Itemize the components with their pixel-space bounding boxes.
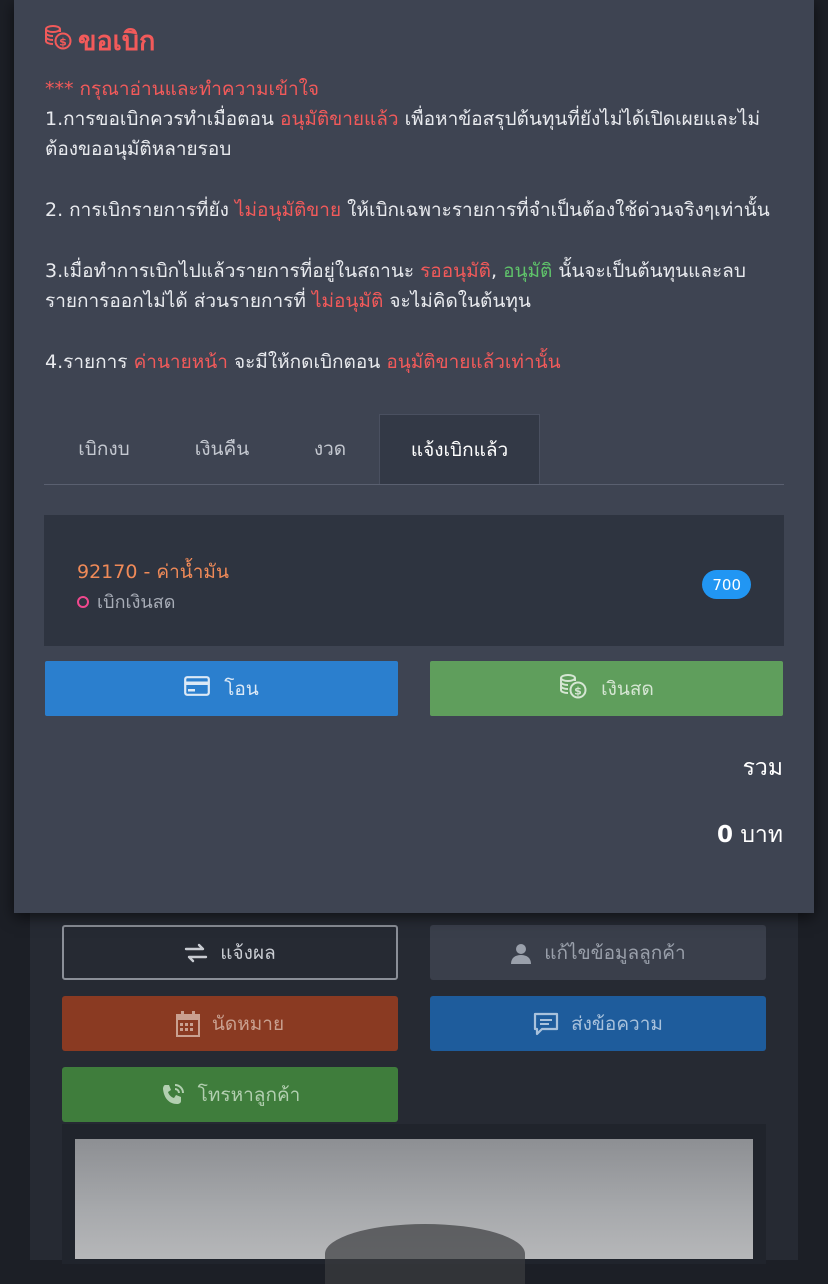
call-customer-button-label: โทรหาลูกค้า (197, 1083, 301, 1106)
notice-heading: *** กรุณาอ่านและทำความเข้าใจ (45, 78, 320, 100)
notice-item-4: 4.รายการ ค่านายหน้า จะมีให้กดเบิกตอน อนุ… (45, 347, 785, 377)
amount-badge: 700 (702, 570, 751, 599)
total-value: 0 (716, 822, 733, 848)
money-coins-icon: $ (44, 24, 72, 57)
notice-text: ให้เบิกเฉพาะรายการที่จำเป็นต้องใช้ด่วนจร… (341, 199, 770, 221)
item-status-label: เบิกเงินสด (97, 592, 176, 613)
notice-item-3: 3.เมื่อทำการเบิกไปแล้วรายการที่อยู่ในสถา… (45, 256, 785, 316)
tab-requested[interactable]: แจ้งเบิกแล้ว (379, 414, 540, 484)
notice-highlight: ค่านายหน้า (133, 351, 228, 373)
edit-customer-button-label: แก้ไขข้อมูลลูกค้า (544, 941, 686, 964)
notice-text: 1.การขอเบิกควรทำเมื่อตอน (45, 108, 280, 130)
svg-text:$: $ (574, 685, 582, 698)
money-coins-icon: $ (559, 673, 587, 704)
item-title: 92170 - ค่าน้ำมัน (77, 561, 229, 583)
report-button[interactable]: แจ้งผล (62, 925, 398, 980)
tab-bar: เบิกงบ เงินคืน งวด แจ้งเบิกแล้ว (44, 414, 784, 485)
notice-highlight: อนุมัติขายแล้ว (279, 108, 399, 130)
modal-title: $ ขอเบิก (44, 20, 155, 60)
cash-button-label: เงินสด (601, 677, 654, 700)
car-photo[interactable] (75, 1139, 753, 1284)
appointment-button-label: นัดหมาย (211, 1012, 285, 1035)
svg-text:$: $ (59, 35, 67, 48)
notice-text: , (490, 260, 504, 282)
notice-highlight: รออนุมัติ (420, 260, 491, 282)
call-customer-button[interactable]: โทรหาลูกค้า (62, 1067, 398, 1122)
transfer-button-label: โอน (224, 677, 259, 700)
total-label: รวม (742, 755, 783, 781)
notice-text: จะไม่คิดในต้นทุน (383, 290, 531, 312)
notice-item-1: 1.การขอเบิกควรทำเมื่อตอน อนุมัติขายแล้ว … (45, 104, 785, 164)
report-button-label: แจ้งผล (220, 941, 276, 964)
tab-installment[interactable]: งวด (280, 414, 380, 484)
chat-icon (533, 1012, 559, 1036)
transfer-button[interactable]: โอน (45, 661, 398, 716)
withdraw-item-card[interactable]: 92170 - ค่าน้ำมัน เบิกเงินสด 700 (44, 515, 784, 646)
edit-customer-button[interactable]: แก้ไขข้อมูลลูกค้า (430, 925, 766, 980)
notice-highlight: อนุมัติขายแล้วเท่านั้น (386, 351, 561, 373)
notice-highlight: อนุมัติ (503, 260, 553, 282)
phone-ring-icon (160, 1082, 186, 1108)
appointment-button[interactable]: นัดหมาย (62, 996, 398, 1051)
notice-item-2: 2. การเบิกรายการที่ยัง ไม่อนุมัติขาย ให้… (45, 195, 785, 225)
send-message-button-label: ส่งข้อความ (571, 1012, 663, 1035)
modal-title-text: ขอเบิก (78, 25, 156, 57)
notice-highlight: ไม่อนุมัติ (311, 290, 384, 312)
total-amount: 0 บาท (717, 817, 783, 853)
car-shape (325, 1224, 525, 1284)
user-icon (510, 942, 532, 964)
tab-budget[interactable]: เบิกงบ (44, 414, 164, 484)
calendar-icon (175, 1010, 200, 1037)
item-status: เบิกเงินสด (77, 587, 175, 616)
notice-text: 4.รายการ (45, 351, 134, 373)
notice-text: 3.เมื่อทำการเบิกไปแล้วรายการที่อยู่ในสถา… (45, 260, 421, 282)
send-message-button[interactable]: ส่งข้อความ (430, 996, 766, 1051)
credit-card-icon (184, 676, 211, 701)
status-dot-icon (77, 595, 89, 608)
total-unit: บาท (740, 822, 783, 848)
withdraw-modal: $ ขอเบิก *** กรุณาอ่านและทำความเข้าใจ 1.… (14, 0, 814, 913)
tab-refund[interactable]: เงินคืน (164, 414, 280, 484)
swap-arrows-icon (184, 943, 208, 963)
cash-button[interactable]: $ เงินสด (430, 661, 783, 716)
notice-block: *** กรุณาอ่านและทำความเข้าใจ 1.การขอเบิก… (45, 74, 785, 377)
notice-text: จะมีให้กดเบิกตอน (227, 351, 387, 373)
notice-highlight: ไม่อนุมัติขาย (234, 199, 342, 221)
notice-text: 2. การเบิกรายการที่ยัง (45, 199, 235, 221)
